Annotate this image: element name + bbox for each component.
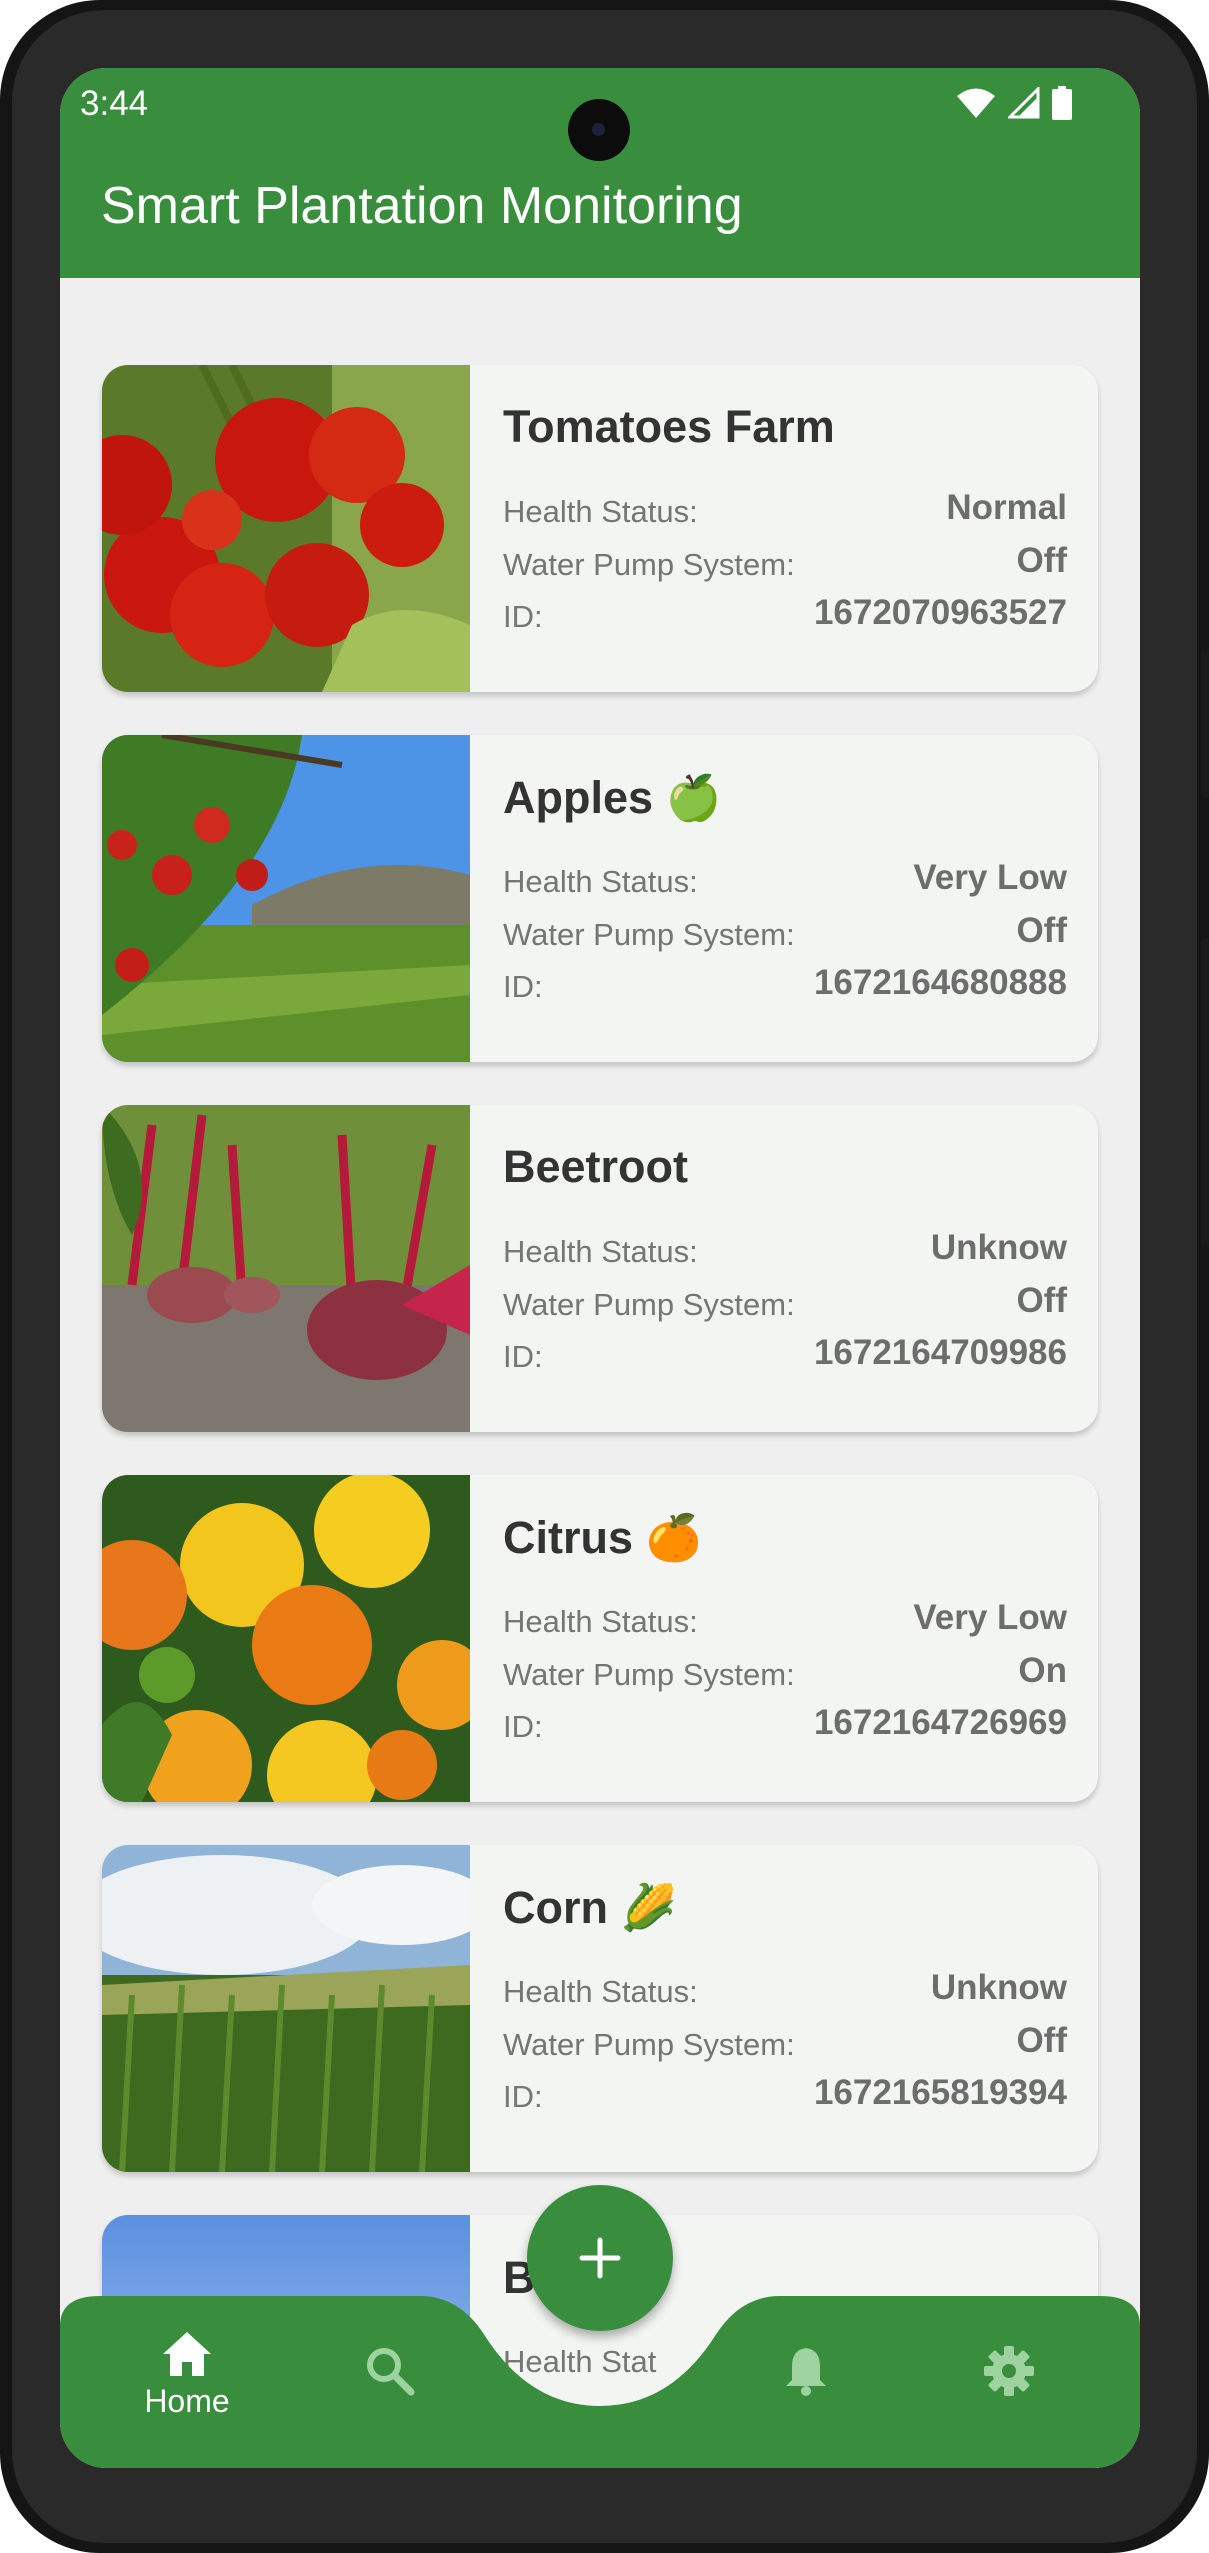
pump-row: Water Pump System: Off: [503, 909, 1067, 959]
id-label: ID:: [503, 969, 543, 1004]
bell-icon: [786, 2348, 826, 2396]
nav-search[interactable]: [365, 2346, 415, 2401]
health-row: Health Status: Unknow: [503, 1966, 1067, 2016]
battery-icon: [1052, 86, 1072, 120]
plant-name-text: Tomatoes Farm: [503, 401, 835, 452]
pump-row: Water Pump System: Off: [503, 539, 1067, 589]
pump-value: Off: [1016, 1281, 1067, 1320]
pump-value: Off: [1016, 2021, 1067, 2060]
plant-name: Apples 🍏: [503, 771, 722, 824]
plant-card-corn[interactable]: Corn 🌽 Health Status: Unknow Water Pump …: [102, 1845, 1098, 2172]
pump-label: Water Pump System:: [503, 547, 795, 582]
id-value: 1672070963527: [813, 593, 1067, 632]
id-value: 1672165819394: [813, 2073, 1067, 2112]
id-value: 1672164709986: [813, 1333, 1067, 1372]
id-label: ID:: [503, 2079, 543, 2114]
pump-label: Water Pump System:: [503, 1287, 795, 1322]
plant-name: Corn 🌽: [503, 1881, 677, 1934]
volume-button: [1201, 938, 1209, 1248]
orange-emoji-icon: 🍊: [645, 1512, 702, 1563]
id-row: ID: 1672164709986: [503, 1331, 1067, 1381]
apple-emoji-icon: 🍏: [665, 772, 722, 823]
pump-label: Water Pump System:: [503, 917, 795, 952]
health-value: Normal: [946, 488, 1067, 527]
plant-image-beetroot: [102, 1105, 470, 1432]
plant-card-citrus[interactable]: Citrus 🍊 Health Status: Very Low Water P…: [102, 1475, 1098, 1802]
health-value: Very Low: [913, 1598, 1067, 1637]
pump-label: Water Pump System:: [503, 1657, 795, 1692]
health-row: Health Status: Very Low: [503, 1596, 1067, 1646]
plant-card-beetroot[interactable]: Beetroot Health Status: Unknow Water Pum…: [102, 1105, 1098, 1432]
plant-name: Beetroot: [503, 1141, 688, 1193]
plant-card-apples[interactable]: Apples 🍏 Health Status: Very Low Water P…: [102, 735, 1098, 1062]
plant-name-text: Apples: [503, 772, 654, 823]
plant-name-text: Corn: [503, 1882, 608, 1933]
id-row: ID: 1672165819394: [503, 2071, 1067, 2121]
plus-icon: [579, 2237, 621, 2279]
gear-icon: [984, 2346, 1034, 2396]
corn-emoji-icon: 🌽: [620, 1882, 677, 1933]
pump-value: Off: [1016, 911, 1067, 950]
health-value: Unknow: [930, 1968, 1067, 2007]
add-plant-button[interactable]: [527, 2185, 673, 2331]
nav-home[interactable]: Home: [132, 2330, 242, 2420]
plant-image-apples: [102, 735, 470, 1062]
health-label: Health Status:: [503, 1974, 698, 2009]
health-label: Health Status:: [503, 1234, 698, 1269]
health-row: Health Status: Unknow: [503, 1226, 1067, 1276]
search-icon: [367, 2348, 415, 2396]
health-row: Health Status: Very Low: [503, 856, 1067, 906]
signal-icon: [1008, 87, 1040, 119]
home-icon: [163, 2332, 211, 2376]
plant-name-text: Beetroot: [503, 1141, 689, 1192]
plant-image-citrus: [102, 1475, 470, 1802]
plant-image-tomatoes: [102, 365, 470, 692]
pump-value: On: [1018, 1651, 1067, 1690]
pump-row: Water Pump System: On: [503, 1649, 1067, 1699]
plant-name: Tomatoes Farm: [503, 401, 835, 453]
id-row: ID: 1672070963527: [503, 591, 1067, 641]
wifi-icon: [957, 88, 995, 118]
health-label: Health Status:: [503, 494, 698, 529]
nav-home-label: Home: [144, 2383, 230, 2419]
id-label: ID:: [503, 1339, 543, 1374]
status-time: 3:44: [80, 84, 149, 123]
id-label: ID:: [503, 1709, 543, 1744]
id-row: ID: 1672164680888: [503, 961, 1067, 1011]
health-row: Health Status: Normal: [503, 486, 1067, 536]
nav-notifications[interactable]: [782, 2344, 830, 2401]
screen: 3:44 Smart Plantation Monitoring Tomatoe…: [60, 68, 1140, 2468]
front-camera: [568, 99, 630, 161]
id-value: 1672164680888: [813, 963, 1067, 1002]
app-bar: 3:44 Smart Plantation Monitoring: [60, 68, 1140, 278]
health-label: Health Status:: [503, 864, 698, 899]
status-icons: [956, 86, 1072, 120]
pump-label: Water Pump System:: [503, 2027, 795, 2062]
id-row: ID: 1672164726969: [503, 1701, 1067, 1751]
power-button: [1201, 648, 1209, 798]
pump-value: Off: [1016, 541, 1067, 580]
id-label: ID:: [503, 599, 543, 634]
nav-settings[interactable]: [982, 2344, 1036, 2403]
pump-row: Water Pump System: Off: [503, 1279, 1067, 1329]
pump-row: Water Pump System: Off: [503, 2019, 1067, 2069]
health-value: Unknow: [930, 1228, 1067, 1267]
health-label: Health Status:: [503, 1604, 698, 1639]
plant-image-corn: [102, 1845, 470, 2172]
plant-card-tomatoes[interactable]: Tomatoes Farm Health Status: Normal Wate…: [102, 365, 1098, 692]
health-value: Very Low: [913, 858, 1067, 897]
page-title: Smart Plantation Monitoring: [101, 177, 743, 235]
plant-name: Citrus 🍊: [503, 1511, 702, 1564]
id-value: 1672164726969: [813, 1703, 1067, 1742]
plant-name-text: Citrus: [503, 1512, 634, 1563]
